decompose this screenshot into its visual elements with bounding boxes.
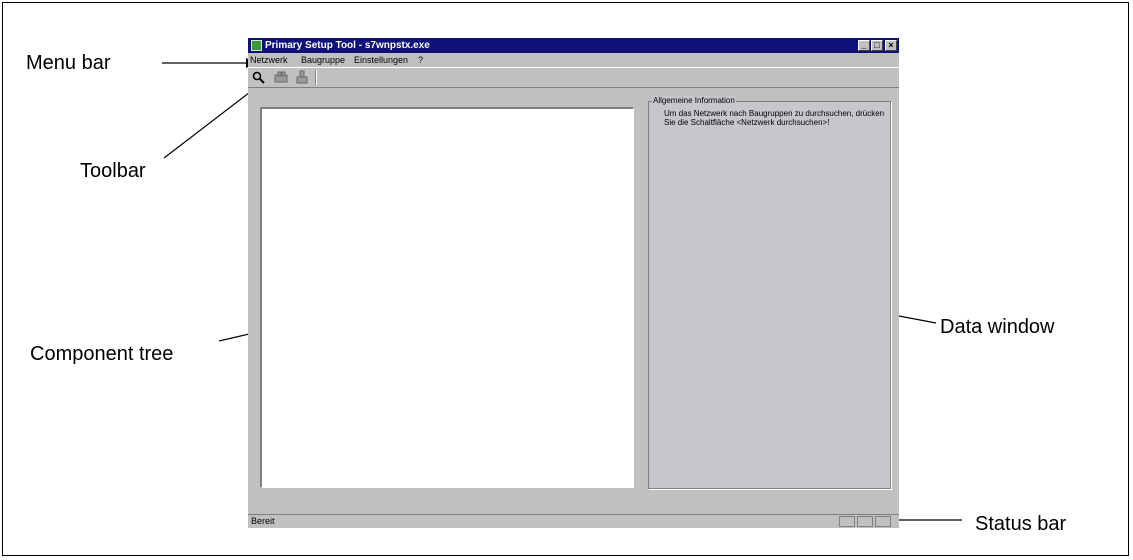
data-window-info-text: Um das Netzwerk nach Baugruppen zu durch… <box>664 109 885 127</box>
menu-bar: Netzwerk Baugruppe Einstellungen ? <box>248 53 899 67</box>
status-bar: Bereit <box>248 514 899 528</box>
toolbar-label: Toolbar <box>80 160 146 182</box>
browse-network-icon[interactable] <box>251 70 269 85</box>
status-cell <box>857 516 873 527</box>
data-window-group-title: Allgemeine Information <box>652 96 736 106</box>
toolbar <box>248 67 899 88</box>
data-window-pane: Allgemeine Information Um das Netzwerk n… <box>648 96 891 489</box>
menu-netzwerk[interactable]: Netzwerk <box>250 54 288 66</box>
component-tree-pane[interactable] <box>260 107 634 488</box>
app-icon[interactable] <box>251 40 262 51</box>
window-title: Primary Setup Tool - s7wnpstx.exe <box>265 40 430 51</box>
maximize-button[interactable]: □ <box>871 40 883 51</box>
menu-einstellungen[interactable]: Einstellungen <box>354 54 408 66</box>
menu-bar-label: Menu bar <box>26 52 111 74</box>
data-window-label: Data window <box>940 316 1055 338</box>
app-window: Primary Setup Tool - s7wnpstx.exe _ □ × … <box>248 38 899 528</box>
close-button[interactable]: × <box>885 40 897 51</box>
menu-help[interactable]: ? <box>418 54 423 66</box>
status-cell <box>839 516 855 527</box>
settings-icon[interactable] <box>293 70 311 85</box>
minimize-button[interactable]: _ <box>858 40 870 51</box>
toolbar-separator <box>315 70 317 85</box>
module-icon[interactable] <box>272 70 290 85</box>
status-bar-label: Status bar <box>975 513 1067 535</box>
title-bar[interactable]: Primary Setup Tool - s7wnpstx.exe _ □ × <box>248 38 899 53</box>
status-text: Bereit <box>251 516 275 526</box>
status-cell <box>875 516 891 527</box>
component-tree-label: Component tree <box>30 343 174 365</box>
menu-baugruppe[interactable]: Baugruppe <box>301 54 345 66</box>
